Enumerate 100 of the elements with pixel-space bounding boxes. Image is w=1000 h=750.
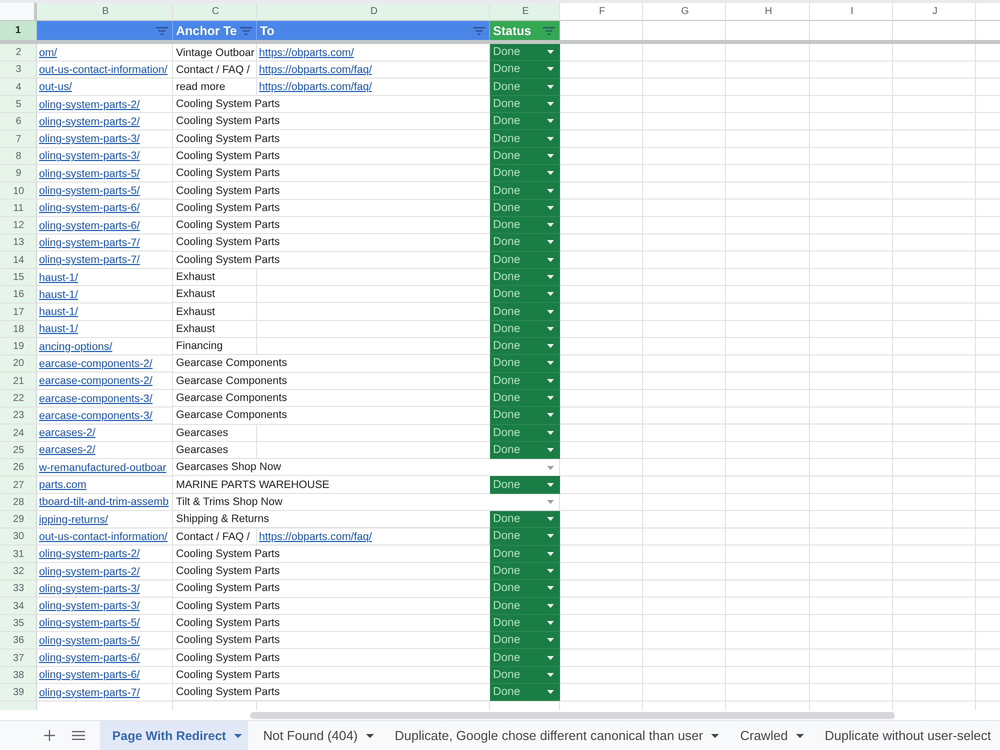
caret-icon[interactable] bbox=[711, 734, 720, 738]
row-header[interactable]: 31 bbox=[0, 546, 37, 563]
row-header[interactable]: 9 bbox=[0, 165, 37, 182]
cell-link[interactable]: earcases-2/ bbox=[39, 444, 96, 456]
column-header[interactable]: E bbox=[490, 3, 560, 21]
row-header[interactable]: 19 bbox=[0, 338, 37, 356]
status-dropdown[interactable]: Done bbox=[490, 511, 560, 528]
row-header[interactable]: 17 bbox=[0, 303, 37, 321]
row-header[interactable]: 11 bbox=[0, 200, 37, 217]
status-dropdown[interactable]: Done bbox=[490, 562, 560, 580]
status-dropdown[interactable]: Done bbox=[490, 407, 560, 425]
status-dropdown[interactable]: Done bbox=[490, 200, 560, 217]
status-dropdown[interactable]: Done bbox=[490, 216, 560, 234]
status-dropdown[interactable]: Done bbox=[490, 390, 560, 408]
column-header[interactable]: D bbox=[257, 3, 490, 21]
row-header[interactable]: 15 bbox=[0, 268, 37, 286]
cell-link[interactable]: haust-1/ bbox=[39, 323, 78, 336]
cell-link[interactable]: oling-system-parts-3/ bbox=[39, 600, 140, 612]
status-dropdown[interactable]: Done bbox=[490, 355, 560, 373]
cell-link[interactable]: https://obparts.com/faq/ bbox=[259, 64, 372, 76]
cell-link[interactable]: oling-system-parts-5/ bbox=[39, 168, 140, 180]
status-dropdown[interactable]: Done bbox=[490, 598, 560, 615]
row-header[interactable]: 30 bbox=[0, 528, 37, 546]
cell-link[interactable]: ancing-options/ bbox=[39, 340, 112, 353]
row-header[interactable]: 10 bbox=[0, 182, 37, 200]
cell-link[interactable]: tboard-tilt-and-trim-assemb bbox=[39, 496, 169, 508]
row-header[interactable]: 33 bbox=[0, 580, 37, 598]
cell-link[interactable]: out-us-contact-information/ bbox=[39, 530, 168, 543]
cell-link[interactable]: parts.com bbox=[39, 479, 86, 492]
row-header[interactable]: 27 bbox=[0, 476, 37, 494]
row-header[interactable]: 26 bbox=[0, 459, 37, 476]
cell-link[interactable]: earcase-components-3/ bbox=[39, 410, 152, 422]
status-dropdown[interactable]: Done bbox=[490, 320, 560, 338]
column-header[interactable]: C bbox=[173, 3, 257, 21]
row-header[interactable]: 36 bbox=[0, 632, 37, 650]
row-header[interactable]: 24 bbox=[0, 424, 37, 442]
cell-link[interactable]: earcase-components-3/ bbox=[39, 392, 152, 405]
status-dropdown[interactable]: Done bbox=[490, 303, 560, 321]
status-dropdown[interactable]: Done bbox=[490, 649, 560, 667]
cell-link[interactable]: oling-system-parts-6/ bbox=[39, 220, 140, 232]
cell-link[interactable]: oling-system-parts-5/ bbox=[39, 617, 140, 630]
caret-icon[interactable] bbox=[366, 734, 374, 738]
row-header[interactable]: 21 bbox=[0, 372, 37, 390]
status-dropdown[interactable]: Done bbox=[490, 148, 560, 166]
row-header[interactable]: 29 bbox=[0, 511, 37, 528]
cell-link[interactable]: w-remanufactured-outboar bbox=[39, 462, 166, 474]
cell-link[interactable]: oling-system-parts-7/ bbox=[39, 254, 140, 266]
status-dropdown[interactable]: Done bbox=[490, 684, 560, 702]
cell-link[interactable]: haust-1/ bbox=[39, 306, 78, 318]
status-dropdown[interactable]: Done bbox=[490, 546, 560, 563]
row-header[interactable]: 25 bbox=[0, 442, 37, 460]
row-header[interactable]: 23 bbox=[0, 407, 37, 425]
row-header[interactable]: 35 bbox=[0, 614, 37, 632]
row-header[interactable]: 6 bbox=[0, 113, 37, 130]
cell-link[interactable]: oling-system-parts-2/ bbox=[39, 566, 140, 578]
row-header[interactable]: 16 bbox=[0, 286, 37, 304]
cell-link[interactable]: oling-system-parts-3/ bbox=[39, 582, 140, 595]
status-dropdown[interactable]: Done bbox=[490, 442, 560, 460]
cell-link[interactable]: oling-system-parts-6/ bbox=[39, 669, 140, 682]
row-header[interactable]: 20 bbox=[0, 355, 37, 373]
cell-link[interactable]: out-us/ bbox=[39, 81, 72, 94]
status-dropdown[interactable]: Done bbox=[490, 580, 560, 598]
cell-link[interactable]: out-us-contact-information/ bbox=[39, 64, 168, 76]
sheet-tab[interactable]: Crawled bbox=[728, 721, 810, 750]
row-header[interactable]: 32 bbox=[0, 562, 37, 580]
status-dropdown[interactable]: Done bbox=[490, 338, 560, 356]
status-dropdown[interactable]: Done bbox=[490, 61, 560, 79]
cell-link[interactable]: oling-system-parts-2/ bbox=[39, 116, 140, 128]
row-header[interactable]: 37 bbox=[0, 649, 37, 667]
cell-link[interactable]: earcase-components-2/ bbox=[39, 375, 152, 388]
row-header[interactable]: 3 bbox=[0, 61, 37, 79]
status-dropdown[interactable]: Done bbox=[490, 268, 560, 286]
column-header[interactable]: B bbox=[37, 3, 173, 21]
sheet-tab[interactable]: Page With Redirect bbox=[100, 721, 248, 750]
status-dropdown[interactable]: Done bbox=[490, 666, 560, 684]
row-header[interactable]: 2 bbox=[0, 44, 37, 62]
sheet-tab[interactable]: Duplicate, Google chose different canonical than user bbox=[382, 721, 726, 750]
row-header[interactable]: 8 bbox=[0, 148, 37, 166]
row-header[interactable]: 13 bbox=[0, 234, 37, 252]
row-header[interactable]: 4 bbox=[0, 78, 37, 96]
sheet-tab[interactable]: Duplicate without user-select bbox=[812, 721, 997, 750]
row-header[interactable]: 28 bbox=[0, 494, 37, 512]
cell-link[interactable]: oling-system-parts-2/ bbox=[39, 548, 140, 560]
row-header[interactable]: 22 bbox=[0, 390, 37, 408]
status-dropdown[interactable]: Done bbox=[490, 372, 560, 390]
cell-link[interactable]: https://obparts.com/faq/ bbox=[259, 530, 372, 543]
cell-link[interactable]: haust-1/ bbox=[39, 272, 78, 284]
cell-link[interactable]: oling-system-parts-3/ bbox=[39, 150, 140, 162]
caret-icon[interactable] bbox=[234, 734, 242, 738]
sheet-tab[interactable]: Not Found (404) bbox=[251, 721, 380, 750]
cell-link[interactable]: oling-system-parts-7/ bbox=[39, 236, 140, 249]
cell-link[interactable]: earcases-2/ bbox=[39, 427, 96, 440]
cell-link[interactable]: https://obparts.com/faq/ bbox=[259, 81, 372, 94]
scrollbar-thumb[interactable] bbox=[250, 712, 895, 718]
status-dropdown[interactable]: Done bbox=[490, 165, 560, 182]
cell-link[interactable]: oling-system-parts-5/ bbox=[39, 634, 140, 647]
row-header[interactable]: 34 bbox=[0, 598, 37, 615]
status-dropdown[interactable]: Done bbox=[490, 113, 560, 130]
status-dropdown[interactable]: Done bbox=[490, 252, 560, 269]
row-header[interactable]: 1 bbox=[0, 21, 37, 40]
